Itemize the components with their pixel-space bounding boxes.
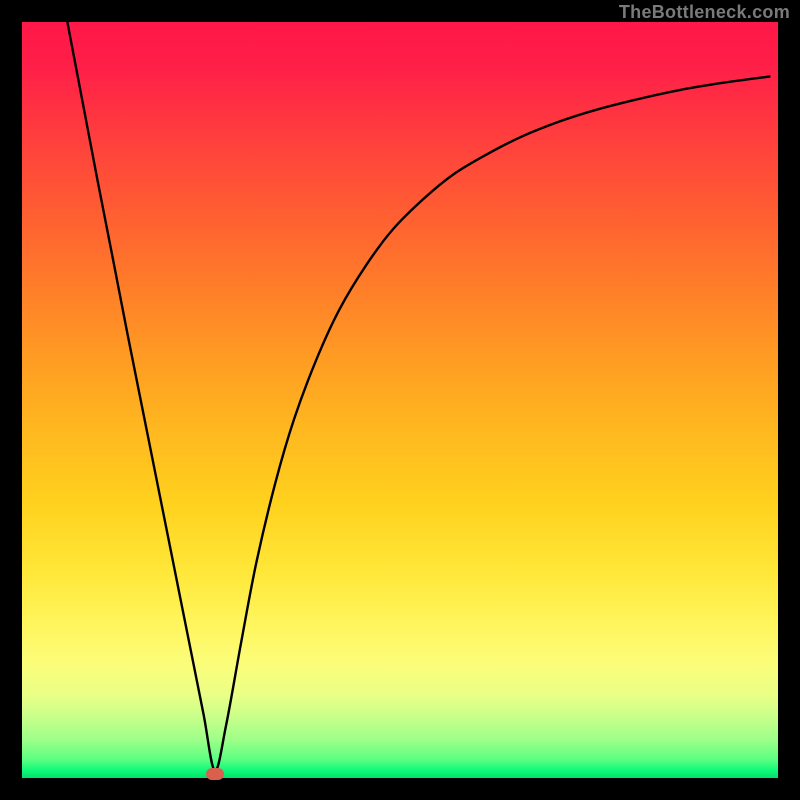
chart-curve bbox=[22, 22, 778, 778]
curve-path bbox=[67, 22, 770, 771]
min-marker bbox=[206, 768, 224, 780]
watermark-text: TheBottleneck.com bbox=[619, 2, 790, 23]
chart-frame: TheBottleneck.com bbox=[0, 0, 800, 800]
